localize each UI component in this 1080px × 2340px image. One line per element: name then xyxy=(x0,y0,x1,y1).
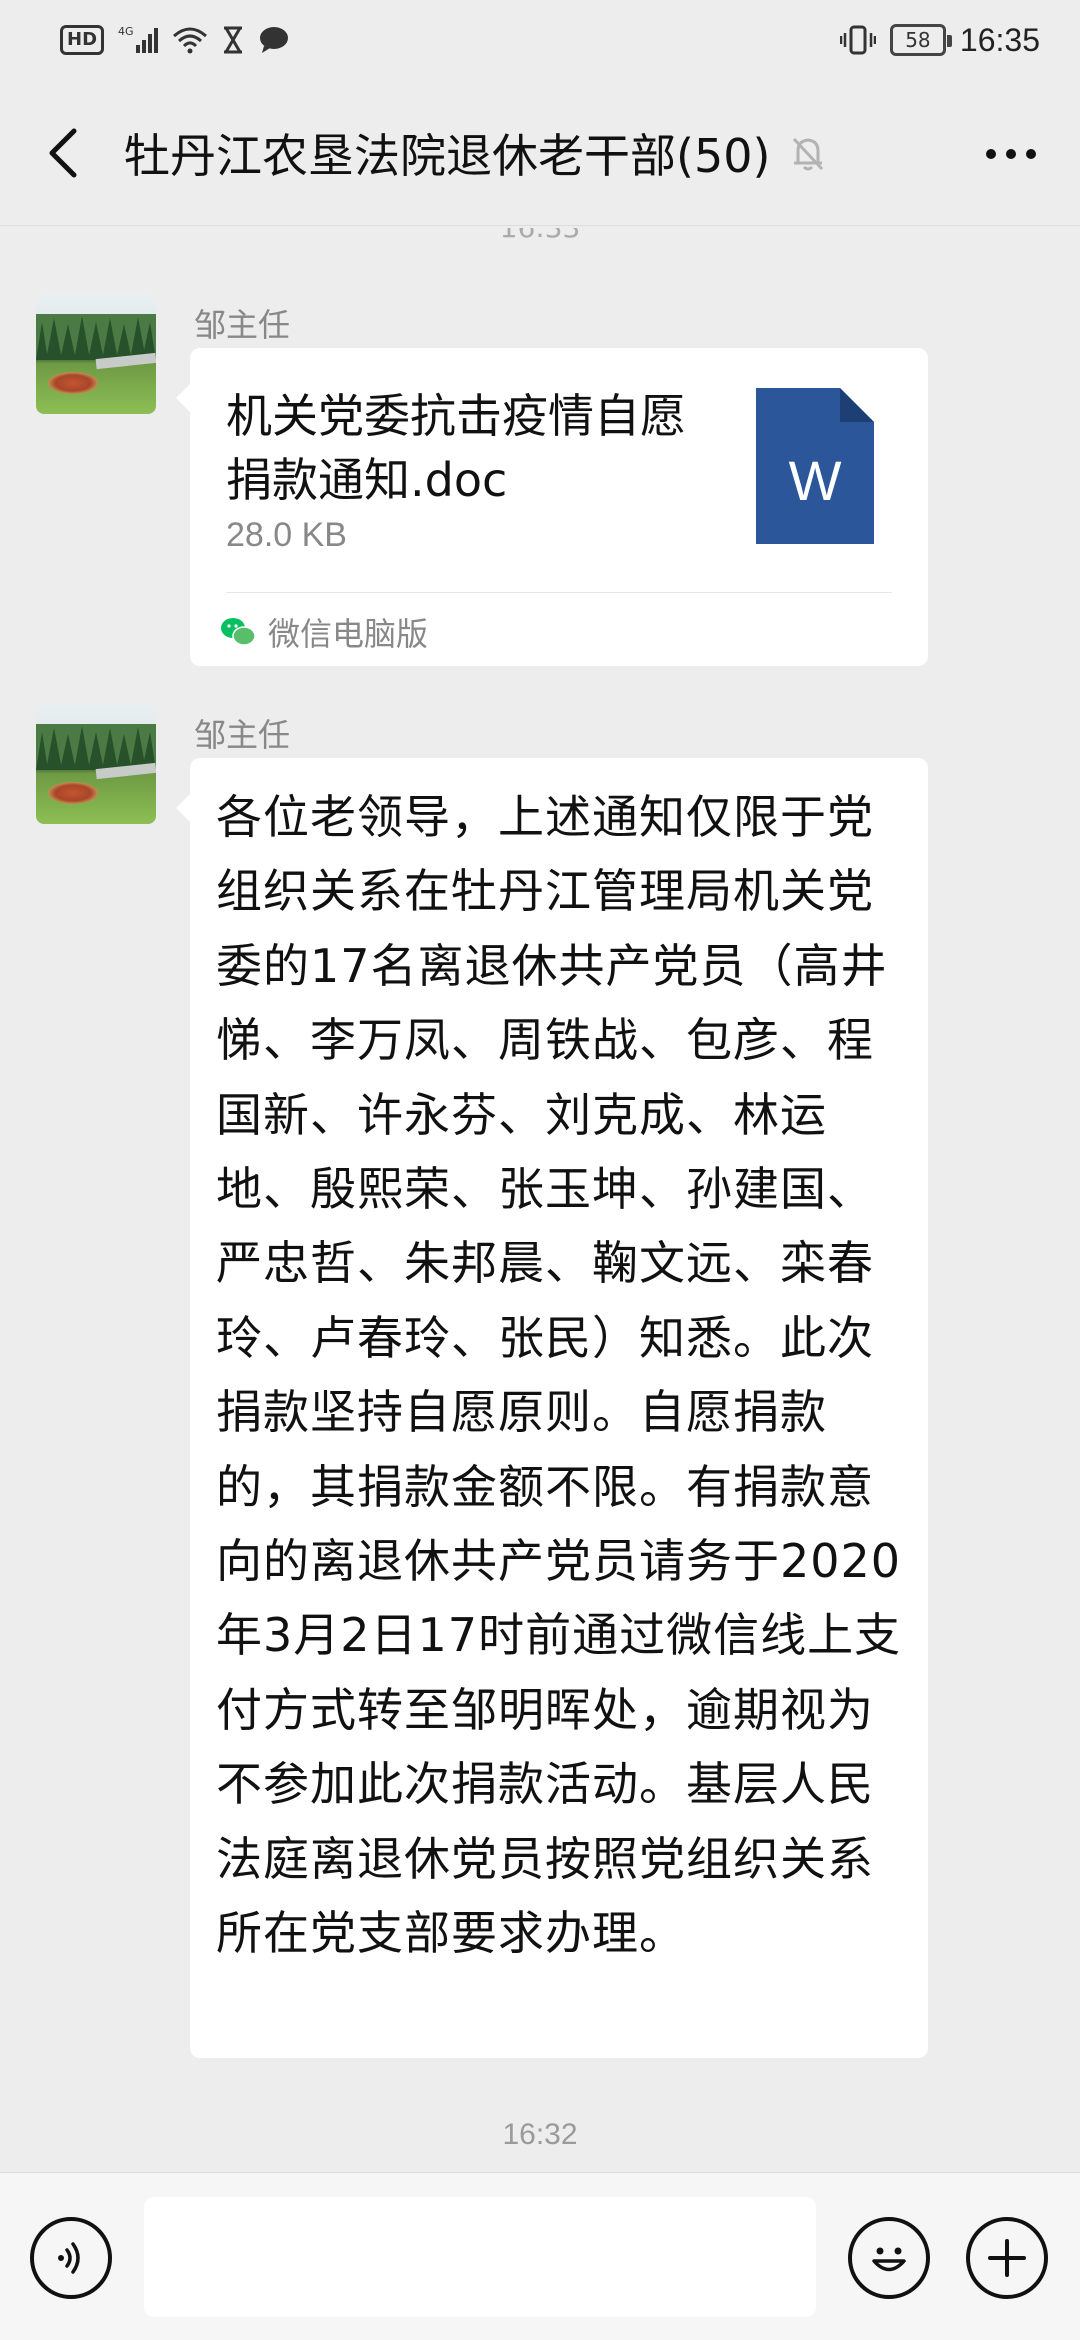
avatar[interactable] xyxy=(36,294,156,414)
file-message[interactable]: 机关党委抗击疫情自愿捐款通知.doc 28.0 KB W 微信电脑版 xyxy=(176,348,928,666)
vibrate-icon xyxy=(839,25,876,55)
word-doc-icon: W xyxy=(756,388,874,544)
signal-icon: 4G xyxy=(118,25,159,55)
status-right: 58 16:35 xyxy=(839,21,1040,59)
file-name: 机关党委抗击疫情自愿捐款通知.doc xyxy=(226,389,686,507)
wifi-icon xyxy=(172,26,208,54)
input-bar xyxy=(0,2172,1080,2340)
status-bar: HD 4G 58 16:35 xyxy=(0,0,1080,80)
chat-title: 牡丹江农垦法院退休老干部(50) xyxy=(124,128,771,183)
file-size: 28.0 KB xyxy=(226,516,347,554)
partial-timestamp: 16:33 xyxy=(0,228,1080,240)
file-source: 微信电脑版 xyxy=(220,610,428,654)
avatar[interactable] xyxy=(36,704,156,824)
file-source-label: 微信电脑版 xyxy=(268,615,429,653)
status-time: 16:35 xyxy=(959,21,1040,58)
hourglass-icon xyxy=(222,26,244,54)
message-icon xyxy=(258,26,290,54)
battery-icon: 58 xyxy=(889,24,952,56)
voice-icon[interactable] xyxy=(30,2217,112,2299)
status-left: HD 4G xyxy=(60,25,290,55)
message-text: 各位老领导，上述通知仅限于党组织关系在牡丹江管理局机关党委的17名离退休共产党员… xyxy=(216,790,902,1961)
plus-icon[interactable] xyxy=(966,2217,1048,2299)
svg-text:W: W xyxy=(789,449,842,512)
time-divider: 16:32 xyxy=(502,2118,578,2151)
wechat-icon xyxy=(220,616,256,648)
hd-icon: HD xyxy=(60,25,105,55)
mute-bell-icon xyxy=(786,131,830,175)
more-dots-icon[interactable] xyxy=(976,124,1046,184)
chat-header: 牡丹江农垦法院退休老干部(50) xyxy=(0,80,1080,226)
text-message[interactable]: 各位老领导，上述通知仅限于党组织关系在牡丹江管理局机关党委的17名离退休共产党员… xyxy=(176,758,928,2058)
emoji-icon[interactable] xyxy=(848,2217,930,2299)
back-arrow-icon[interactable] xyxy=(28,113,98,193)
divider xyxy=(226,592,892,593)
message-input[interactable] xyxy=(144,2197,816,2317)
sender-name: 邹主任 xyxy=(194,306,291,344)
svg-text:4G: 4G xyxy=(118,25,134,38)
sender-name: 邹主任 xyxy=(194,716,291,754)
